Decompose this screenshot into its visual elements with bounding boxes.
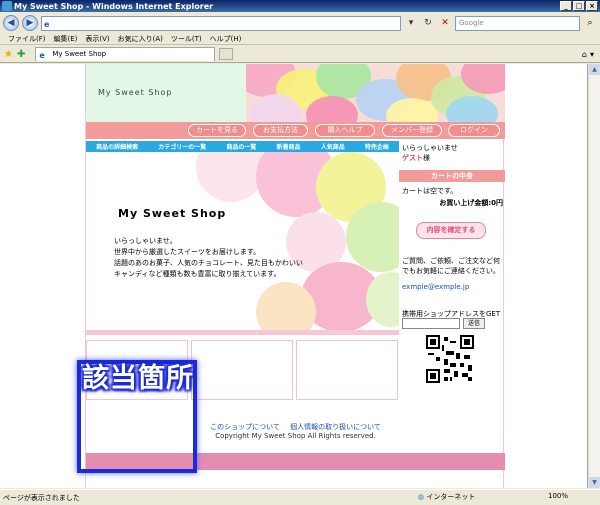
- tab-my-sweet-shop[interactable]: e My Sweet Shop: [35, 47, 216, 61]
- menu-view[interactable]: 表示(V): [85, 34, 109, 44]
- hero-line: キャンディなど種類も数も豊富に取り揃えています。: [114, 270, 281, 278]
- forward-button[interactable]: ▶: [22, 15, 38, 31]
- hero-line: いらっしゃいませ。: [114, 237, 177, 245]
- ie-page-icon: e: [44, 19, 50, 29]
- sidebar: いらっしゃいませ ゲスト様 カートの中身 カートは空です。 お買い上げ金額:0円…: [399, 141, 505, 401]
- window-title-bar: My Sweet Shop - Windows Internet Explore…: [0, 0, 600, 12]
- zone-label: インターネット: [426, 493, 476, 501]
- maximize-button[interactable]: □: [573, 1, 585, 11]
- scroll-up-icon[interactable]: ▲: [589, 64, 600, 75]
- view-cart-button[interactable]: カートを見る: [188, 124, 246, 137]
- ie-page-icon: e: [39, 51, 45, 60]
- hero-text: いらっしゃいませ。 世界中から厳選したスイーツをお届けします。 話題のあのお菓子…: [114, 236, 303, 280]
- vertical-scrollbar[interactable]: ▲ ▼: [588, 64, 600, 488]
- welcome-message: いらっしゃいませ ゲスト様: [402, 143, 458, 163]
- contact-line: ご質問、ご依頼、ご注文など何: [402, 257, 500, 265]
- globe-icon: ◍: [418, 493, 425, 501]
- refresh-icon[interactable]: ↻: [421, 16, 435, 30]
- search-icon[interactable]: ⌕: [583, 16, 597, 30]
- back-button[interactable]: ◀: [3, 15, 19, 31]
- home-icon[interactable]: ⌂: [582, 50, 587, 59]
- search-input[interactable]: Google: [455, 15, 580, 31]
- cat-sale[interactable]: 特売企画: [365, 142, 389, 151]
- ie-app-icon: [2, 1, 12, 11]
- cart-heading: カートの中身: [399, 170, 505, 182]
- tab-tools: ⌂ ▾: [582, 50, 600, 59]
- qr-code-icon: [426, 335, 474, 383]
- window-title: My Sweet Shop - Windows Internet Explore…: [14, 1, 214, 11]
- candy-header-image: [246, 64, 505, 122]
- cat-new-products[interactable]: 新着商品: [277, 142, 301, 151]
- send-button[interactable]: 送信: [463, 318, 485, 329]
- zoom-level[interactable]: 100%: [548, 492, 568, 500]
- welcome-text: いらっしゃいませ: [402, 144, 458, 152]
- status-text: ページが表示されました: [3, 493, 80, 502]
- menu-file[interactable]: ファイル(F): [8, 34, 46, 44]
- address-toolbar: ◀ ▶ e ▾ ↻ ✕ Google ⌕: [0, 13, 600, 33]
- main-nav-bar: カートを見る お支払方法 購入ヘルプ メンバー登録 ログイン: [86, 122, 505, 139]
- site-header: My Sweet Shop: [86, 64, 505, 122]
- cat-detail-search[interactable]: 商品の詳細検索: [96, 142, 138, 151]
- site-title: My Sweet Shop: [98, 88, 173, 97]
- cat-category-list[interactable]: カテゴリーの一覧: [158, 142, 206, 151]
- guest-suffix: 様: [423, 154, 430, 162]
- login-button[interactable]: ログイン: [448, 124, 500, 137]
- minimize-button[interactable]: _: [560, 1, 572, 11]
- content-box-2: [191, 340, 293, 400]
- menu-help[interactable]: ヘルプ(H): [210, 34, 242, 44]
- close-button[interactable]: ×: [586, 1, 598, 11]
- contact-email-link[interactable]: exmple@exmple.jp: [402, 283, 469, 291]
- new-tab-button[interactable]: [219, 48, 234, 60]
- favorites-star-icon[interactable]: ★: [4, 49, 13, 60]
- about-shop-link[interactable]: このショップについて: [210, 423, 280, 431]
- purchase-help-button[interactable]: 購入ヘルプ: [315, 124, 375, 137]
- hero-line: 話題のあのお菓子、人気のチョコレート、見た目もかわいい: [114, 259, 303, 267]
- hero-title: My Sweet Shop: [118, 207, 227, 220]
- payment-method-button[interactable]: お支払方法: [253, 124, 308, 137]
- contact-text: ご質問、ご依頼、ご注文など何 でもお気軽にご連絡ください。: [402, 256, 500, 276]
- cat-popular[interactable]: 人気商品: [321, 142, 345, 151]
- tools-dropdown-icon[interactable]: ▾: [590, 50, 594, 59]
- content-box-3: [296, 340, 398, 400]
- tab-bar: ★ ✚ e My Sweet Shop ⌂ ▾: [0, 46, 600, 63]
- menu-bar: ファイル(F) 編集(E) 表示(V) お気に入り(A) ツール(T) ヘルプ(…: [0, 34, 600, 45]
- guest-name: ゲスト: [402, 154, 423, 162]
- menu-favorites[interactable]: お気に入り(A): [118, 34, 163, 44]
- page-viewport: My Sweet Shop カートを見る お支払方法 購入ヘルプ メンバー登録 …: [0, 64, 588, 488]
- hero-banner: My Sweet Shop いらっしゃいませ。 世界中から厳選したスイーツをお届…: [86, 152, 399, 335]
- address-input[interactable]: e: [41, 15, 401, 31]
- member-register-button[interactable]: メンバー登録: [382, 124, 442, 137]
- privacy-policy-link[interactable]: 個人情報の取り扱いについて: [290, 423, 381, 431]
- cart-empty-text: カートは空です。: [402, 187, 458, 195]
- menu-tools[interactable]: ツール(T): [171, 34, 202, 44]
- cat-product-list[interactable]: 商品の一覧: [226, 142, 256, 151]
- security-zone: ◍ インターネット: [418, 492, 475, 502]
- add-favorites-icon[interactable]: ✚: [17, 49, 25, 60]
- address-dropdown-icon[interactable]: ▾: [404, 16, 418, 30]
- scroll-down-icon[interactable]: ▼: [589, 477, 600, 488]
- mobile-email-input[interactable]: [402, 318, 460, 329]
- menu-edit[interactable]: 編集(E): [54, 34, 78, 44]
- status-bar: ページが表示されました ◍ インターネット 100%: [0, 489, 600, 505]
- tab-label: My Sweet Shop: [52, 50, 107, 58]
- contact-line: でもお気軽にご連絡ください。: [402, 267, 500, 275]
- confirm-order-button[interactable]: 内容を確定する: [416, 222, 486, 239]
- stop-icon[interactable]: ✕: [438, 16, 452, 30]
- category-nav: 商品の詳細検索 カテゴリーの一覧 商品の一覧 新着商品 人気商品 特売企画: [86, 141, 399, 152]
- hero-line: 世界中から厳選したスイーツをお届けします。: [114, 248, 261, 256]
- highlight-label: 該当箇所: [82, 363, 194, 394]
- window-controls: _ □ ×: [560, 1, 598, 11]
- cart-total: お買い上げ金額:0円: [439, 199, 503, 207]
